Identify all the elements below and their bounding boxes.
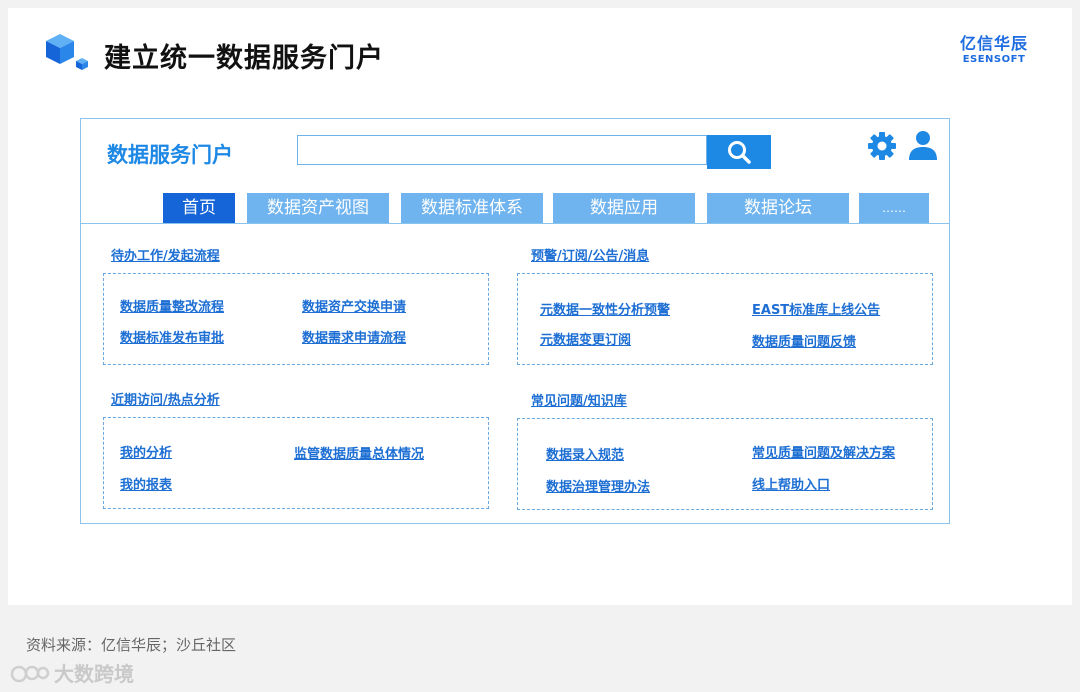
link-faq-2[interactable]: 常见质量问题及解决方案 xyxy=(752,442,895,461)
source-caption: 资料来源：亿信华辰；沙丘社区 xyxy=(26,636,237,654)
tab-home[interactable]: 首页 xyxy=(163,193,235,223)
section-label-alerts[interactable]: 预警/订阅/公告/消息 xyxy=(531,245,649,264)
brand-logo: 亿信华辰 ESENSOFT xyxy=(960,36,1028,65)
link-todo-3[interactable]: 数据标准发布审批 xyxy=(120,327,224,346)
alerts-box: 元数据一致性分析预警 EAST标准库上线公告 元数据变更订阅 数据质量问题反馈 xyxy=(517,273,933,365)
gear-icon[interactable] xyxy=(867,131,897,161)
tab-more[interactable]: …… xyxy=(859,193,929,223)
tab-data-forum[interactable]: 数据论坛 xyxy=(707,193,849,223)
recent-box: 我的分析 监管数据质量总体情况 我的报表 xyxy=(103,417,489,509)
user-icon[interactable] xyxy=(907,129,939,161)
portal-mockup: 数据服务门户 首页 数据资产视图 数据标准体系 数据应用 数据论坛 …… 待办工… xyxy=(80,118,950,524)
link-recent-1[interactable]: 我的分析 xyxy=(120,442,172,461)
tab-data-apps[interactable]: 数据应用 xyxy=(553,193,695,223)
link-alert-1[interactable]: 元数据一致性分析预警 xyxy=(540,299,670,318)
brand-name-cn: 亿信华辰 xyxy=(959,34,1028,53)
nav-tabs: 首页 数据资产视图 数据标准体系 数据应用 数据论坛 …… xyxy=(81,193,949,224)
link-faq-3[interactable]: 数据治理管理办法 xyxy=(546,476,650,495)
link-recent-2[interactable]: 监管数据质量总体情况 xyxy=(294,443,424,462)
todo-box: 数据质量整改流程 数据资产交换申请 数据标准发布审批 数据需求申请流程 xyxy=(103,273,489,365)
link-alert-4[interactable]: 数据质量问题反馈 xyxy=(752,331,856,350)
link-todo-2[interactable]: 数据资产交换申请 xyxy=(302,296,406,315)
watermark: 大数跨境 xyxy=(10,658,134,687)
link-alert-2[interactable]: EAST标准库上线公告 xyxy=(752,299,880,318)
section-label-todo[interactable]: 待办工作/发起流程 xyxy=(111,245,220,264)
slide: 建立统一数据服务门户 亿信华辰 ESENSOFT 数据服务门户 首页 数据资产视… xyxy=(8,8,1072,605)
search-icon xyxy=(728,141,751,164)
section-label-recent[interactable]: 近期访问/热点分析 xyxy=(111,389,220,408)
faq-box: 数据录入规范 常见质量问题及解决方案 数据治理管理办法 线上帮助入口 xyxy=(517,418,933,510)
tab-data-asset-view[interactable]: 数据资产视图 xyxy=(247,193,389,223)
link-faq-1[interactable]: 数据录入规范 xyxy=(546,444,624,463)
cube-logo-icon xyxy=(46,34,88,70)
search-input[interactable] xyxy=(297,135,707,165)
watermark-text: 大数跨境 xyxy=(54,662,134,686)
section-label-faq[interactable]: 常见问题/知识库 xyxy=(531,390,627,409)
link-faq-4[interactable]: 线上帮助入口 xyxy=(752,474,830,493)
link-recent-3[interactable]: 我的报表 xyxy=(120,474,172,493)
tab-data-standards[interactable]: 数据标准体系 xyxy=(401,193,543,223)
search-button[interactable] xyxy=(707,135,771,169)
link-todo-1[interactable]: 数据质量整改流程 xyxy=(120,296,224,315)
link-alert-3[interactable]: 元数据变更订阅 xyxy=(540,329,631,348)
link-todo-4[interactable]: 数据需求申请流程 xyxy=(302,327,406,346)
watermark-logo-icon xyxy=(10,665,50,682)
slide-title: 建立统一数据服务门户 xyxy=(104,43,384,74)
brand-name-en: ESENSOFT xyxy=(962,54,1026,65)
portal-title: 数据服务门户 xyxy=(107,143,233,167)
